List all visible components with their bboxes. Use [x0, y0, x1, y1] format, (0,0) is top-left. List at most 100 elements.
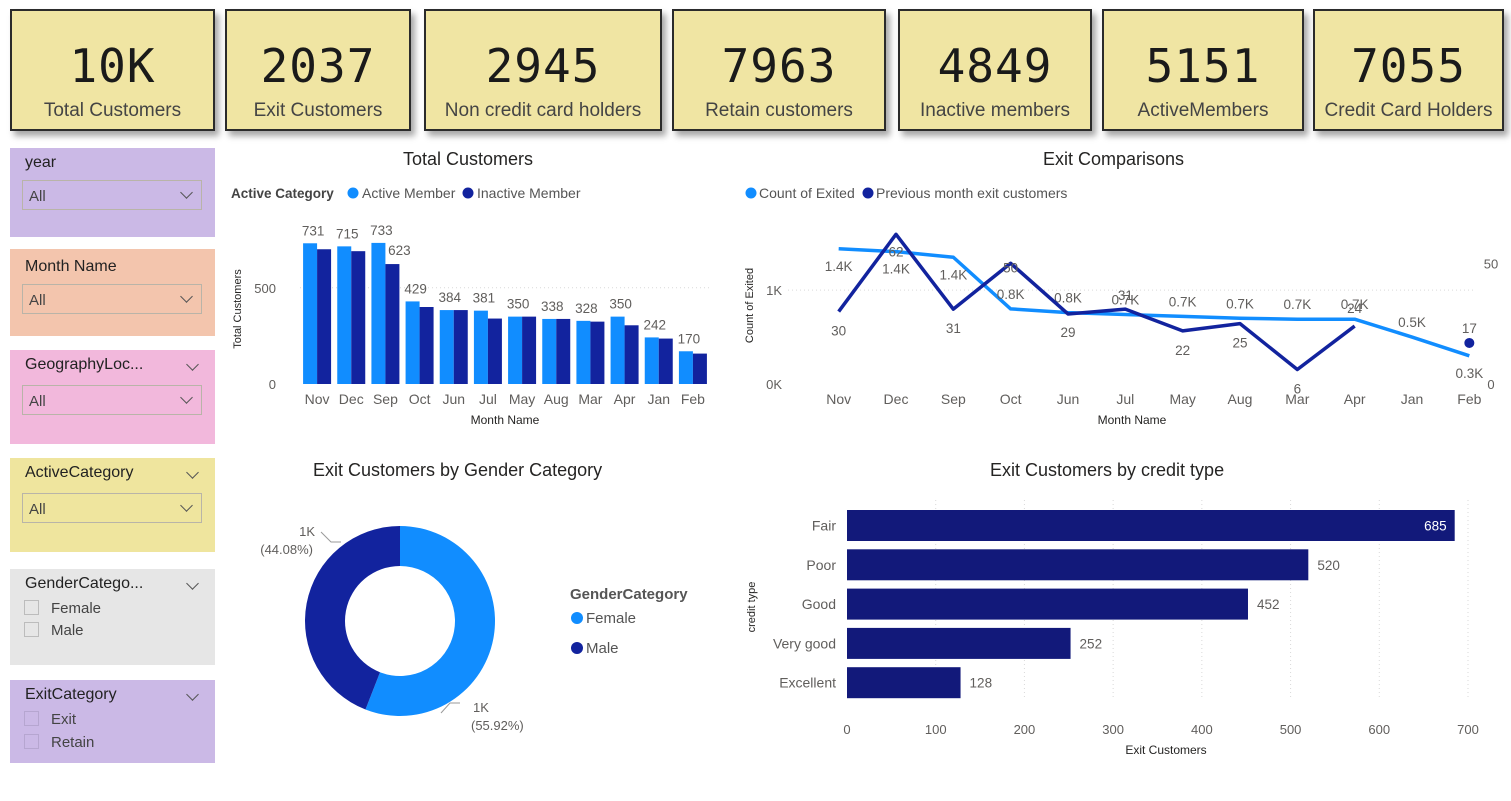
data-label: 1K	[299, 524, 315, 539]
bar-jul-inactive	[487, 318, 502, 384]
data-label: 30	[831, 324, 846, 339]
x-tick-label: May	[509, 391, 535, 407]
data-label: 0.5K	[1398, 315, 1426, 330]
data-label: 17	[1462, 321, 1477, 336]
bar-may-active	[508, 316, 523, 384]
data-label: 350	[507, 297, 530, 312]
chevron-down-icon	[180, 391, 193, 404]
x-tick-label: 600	[1368, 722, 1390, 737]
slicer-exit-category: ExitCategory Exit Retain	[10, 680, 215, 763]
legend-title: Active Category	[231, 186, 334, 201]
data-label: 1.4K	[939, 267, 967, 282]
active-category-dropdown[interactable]: All	[22, 493, 202, 523]
slicer-month-name: Month Name All	[10, 249, 215, 336]
bar-feb-active	[678, 351, 693, 384]
kpi-value: 5151	[1145, 39, 1261, 93]
chevron-down-icon[interactable]	[186, 466, 199, 479]
x-tick-label: Aug	[1228, 391, 1253, 407]
data-label: 384	[438, 290, 461, 305]
dropdown-value: All	[29, 501, 46, 518]
credit-type-bar-chart[interactable]: 0 100 200 300 400 500 600 700 Exit Customers cred…	[738, 495, 1508, 780]
bar-jun-active	[439, 310, 454, 384]
data-label: 31	[946, 321, 961, 336]
chevron-down-icon[interactable]	[186, 577, 199, 590]
exit-comparisons-chart[interactable]: Count of Exited Previous month exit custo…	[738, 175, 1508, 435]
data-label: 1K	[473, 700, 489, 715]
slicer-geography: GeographyLoc... All	[10, 350, 215, 444]
exit-option-exit[interactable]: Exit	[24, 711, 76, 728]
legend-label: Count of Exited	[759, 185, 855, 201]
legend-label: Active Member	[362, 185, 456, 201]
data-label: 24	[1347, 301, 1363, 316]
x-tick-label: Dec	[339, 391, 364, 407]
data-label: 0.7K	[1283, 297, 1311, 312]
bar-excellent	[847, 667, 961, 699]
leader-line	[320, 531, 341, 543]
dropdown-value: All	[29, 188, 46, 205]
month-dropdown[interactable]: All	[22, 284, 202, 314]
legend-marker	[745, 187, 757, 199]
kpi-label: Inactive members	[920, 100, 1070, 121]
data-label: 252	[1080, 636, 1103, 651]
chart-title-gender: Exit Customers by Gender Category	[313, 460, 603, 480]
chevron-down-icon[interactable]	[186, 688, 199, 701]
checkbox-icon[interactable]	[24, 711, 39, 726]
x-tick-label: Jul	[1116, 391, 1134, 407]
data-label: 0.3K	[1455, 366, 1483, 381]
x-tick-label: Aug	[544, 391, 569, 407]
data-label: 50	[1003, 260, 1018, 275]
bar-fair	[847, 510, 1455, 541]
option-label: Male	[51, 622, 84, 639]
x-tick-label: Jul	[479, 391, 497, 407]
geography-dropdown[interactable]: All	[22, 385, 202, 415]
kpi-card-credit-card-holders: 7055 Credit Card Holders	[1313, 9, 1504, 131]
data-label: 328	[575, 301, 598, 316]
checkbox-icon[interactable]	[24, 622, 39, 637]
y-axis-title: Count of Exited	[744, 268, 756, 343]
y-tick-label: Good	[802, 596, 836, 612]
chart-title-total-customers: Total Customers	[403, 149, 534, 169]
x-tick-label: Sep	[373, 391, 398, 407]
x-tick-label: Dec	[884, 391, 909, 407]
option-label: Female	[51, 600, 102, 617]
total-customers-chart[interactable]: Active Category Active Member Inactive Mem…	[225, 175, 725, 435]
x-tick-label: Oct	[409, 391, 431, 407]
option-label: Exit	[51, 711, 77, 728]
bar-poor	[847, 549, 1309, 581]
bar-may-inactive	[522, 316, 537, 384]
y-axis-title: credit type	[746, 582, 758, 633]
bar-good	[847, 588, 1248, 620]
year-dropdown[interactable]: All	[22, 180, 202, 210]
x-tick-label: Mar	[578, 391, 602, 407]
bar-apr-active	[610, 316, 625, 384]
chevron-down-icon[interactable]	[186, 358, 199, 371]
x-axis-title: Month Name	[471, 413, 540, 427]
kpi-card-active-members: 5151 ActiveMembers	[1102, 9, 1304, 131]
legend-title: GenderCategory	[570, 586, 688, 603]
gender-option-male[interactable]: Male	[24, 622, 84, 639]
legend-marker	[862, 187, 874, 199]
kpi-value: 4849	[937, 39, 1053, 93]
bar-jul-active	[473, 310, 488, 384]
dropdown-value: All	[29, 292, 46, 309]
y-axis-title: Total Customers	[232, 269, 244, 349]
chart-title-exit-comparisons: Exit Comparisons	[1043, 149, 1185, 169]
x-tick-label: Jun	[442, 391, 465, 407]
exit-option-retain[interactable]: Retain	[24, 734, 94, 751]
chevron-down-icon	[180, 499, 193, 512]
data-label: 623	[388, 243, 411, 258]
data-label: 350	[609, 297, 632, 312]
slicer-gender-category: GenderCatego... Female Male	[10, 569, 215, 665]
gender-donut-chart[interactable]: 1K (55.92%) 1K (44.08%) GenderCategory Female…	[235, 495, 705, 765]
data-label: 0.7K	[1226, 296, 1254, 311]
x-tick-label: Oct	[1000, 391, 1022, 407]
kpi-value: 2945	[485, 39, 601, 93]
data-point	[1464, 337, 1475, 348]
x-tick-label: Sep	[941, 391, 966, 407]
checkbox-icon[interactable]	[24, 600, 39, 615]
checkbox-icon[interactable]	[24, 734, 39, 749]
kpi-label: Exit Customers	[253, 100, 383, 121]
slicer-title: GeographyLoc...	[25, 356, 144, 373]
bar-sep-active	[371, 242, 386, 384]
gender-option-female[interactable]: Female	[24, 600, 101, 617]
